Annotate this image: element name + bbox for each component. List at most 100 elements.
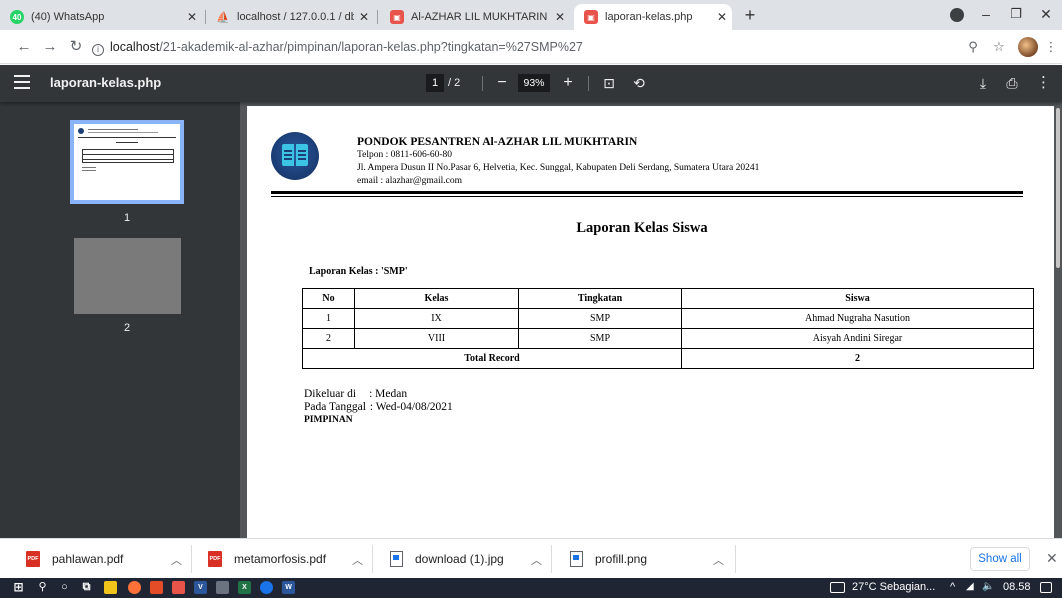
issued-at-label: Dikeluar di	[304, 388, 357, 400]
toolbar-divider	[482, 76, 483, 91]
tab-phpmyadmin[interactable]: ⛵ localhost / 127.0.0.1 / db_akadem ✕	[206, 4, 374, 30]
download-icon[interactable]: ⤓	[974, 71, 992, 95]
site-icon: ▣	[390, 10, 404, 24]
firefox-icon[interactable]	[128, 581, 141, 594]
address-line: Jl. Ampera Dusun II No.Pasar 6, Helvetia…	[357, 163, 760, 173]
tab-label: Al-AZHAR LIL MUKHTARIN	[411, 11, 548, 23]
table-cell: SMP	[518, 328, 682, 349]
header-rule	[271, 191, 1023, 194]
search-icon[interactable]: ⚲	[36, 581, 49, 594]
weather-icon[interactable]	[830, 582, 845, 593]
zoom-in-icon[interactable]: +	[560, 71, 576, 95]
show-all-button[interactable]: Show all	[970, 547, 1030, 571]
email-line: email : alazhar@gmail.com	[357, 176, 463, 186]
table-row: 2 VIII SMP Aisyah Andini Siregar	[302, 328, 1034, 349]
excel-icon[interactable]: X	[238, 581, 251, 594]
url-host: localhost	[110, 40, 160, 54]
toolbar-divider	[588, 76, 589, 91]
column-header: Siswa	[681, 288, 1034, 309]
column-header: Tingkatan	[518, 288, 682, 309]
tab-whatsapp[interactable]: 40 (40) WhatsApp ✕	[0, 4, 202, 30]
download-bar: PDF pahlawan.pdf ︿ PDF metamorfosis.pdf …	[0, 538, 1062, 578]
window-close-icon[interactable]: ✕	[1028, 0, 1062, 30]
bookmark-star-icon[interactable]: ☆	[990, 38, 1008, 56]
date-value: : Wed-04/08/2021	[369, 401, 453, 413]
download-item[interactable]: PDF pahlawan.pdf	[26, 539, 123, 579]
network-icon[interactable]: ◢	[966, 581, 974, 592]
report-title: Laporan Kelas Siswa	[576, 220, 708, 236]
more-actions-icon[interactable]: ⋮	[1036, 71, 1051, 95]
chevron-up-icon[interactable]: ︿	[171, 552, 182, 568]
table-total-row: Total Record 2	[302, 348, 1034, 369]
table-cell: SMP	[518, 308, 682, 329]
browser-menu-icon[interactable]: ⋮	[1042, 38, 1060, 56]
pdf-file-icon: PDF	[26, 551, 40, 567]
table-header-row: No Kelas Tingkatan Siswa	[302, 288, 1034, 309]
table-cell: IX	[354, 308, 519, 329]
image-file-icon	[390, 551, 403, 567]
issued-at-line: Dikeluar di: Medan	[304, 388, 407, 400]
url-input[interactable]: i localhost/21-akademik-al-azhar/pimpinan…	[92, 34, 1012, 60]
table-cell: Ahmad Nugraha Nasution	[681, 308, 1034, 329]
chevron-up-icon[interactable]: ︿	[352, 552, 363, 568]
header-rule-thin	[271, 196, 1023, 197]
volume-icon[interactable]: 🔈	[982, 581, 994, 592]
pdf-page: PONDOK PESANTREN Al-AZHAR LIL MUKHTARIN …	[247, 106, 1058, 538]
weather-text[interactable]: 27°C Sebagian...	[852, 581, 935, 593]
zoom-icon[interactable]: ⚲	[964, 38, 982, 56]
tab-al-azhar[interactable]: ▣ Al-AZHAR LIL MUKHTARIN ✕	[380, 4, 570, 30]
task-view-icon[interactable]: ⧉	[80, 581, 93, 594]
rotate-icon[interactable]: ⟲	[630, 71, 648, 95]
profile-menu-icon[interactable]	[950, 8, 964, 22]
chevron-up-icon[interactable]: ︿	[713, 552, 724, 568]
site-info-icon[interactable]: i	[92, 44, 104, 56]
fit-page-icon[interactable]: ⊡	[600, 71, 618, 95]
word-icon[interactable]: W	[282, 581, 295, 594]
close-icon[interactable]: ✕	[354, 10, 374, 24]
cortana-icon[interactable]: ○	[58, 581, 71, 594]
windows-start-icon[interactable]: ⊞	[12, 581, 25, 594]
close-icon[interactable]: ✕	[182, 10, 202, 24]
menu-icon[interactable]	[14, 75, 30, 91]
chevron-up-icon[interactable]: ︿	[531, 552, 542, 568]
download-item[interactable]: download (1).jpg	[390, 539, 504, 579]
close-icon[interactable]: ✕	[550, 10, 570, 24]
phone-line: Telpon : 0811-606-60-80	[357, 150, 453, 160]
site-icon: ▣	[584, 10, 598, 24]
pdf-toolbar: laporan-kelas.php 1 / 2 − 93% + ⊡ ⟲ ⤓ ⎙ …	[0, 65, 1062, 102]
notification-icon[interactable]	[1040, 582, 1052, 593]
tab-label: (40) WhatsApp	[31, 11, 105, 23]
download-item[interactable]: profill.png	[570, 539, 647, 579]
page-thumbnail-2[interactable]	[74, 238, 181, 314]
avatar[interactable]	[1018, 37, 1038, 57]
tab-label: localhost / 127.0.0.1 / db_akadem	[237, 11, 354, 23]
page-thumbnail-1[interactable]	[70, 120, 184, 204]
tray-chevron-icon[interactable]: ^	[950, 581, 955, 593]
print-icon[interactable]: ⎙	[1002, 71, 1022, 95]
page-number-input[interactable]: 1	[426, 74, 444, 92]
clock-time[interactable]: 08.58	[1003, 581, 1031, 593]
download-divider	[191, 545, 192, 573]
new-tab-button[interactable]: +	[738, 4, 762, 28]
tab-laporan-kelas[interactable]: ▣ laporan-kelas.php ✕	[574, 4, 732, 30]
forward-icon[interactable]: →	[40, 37, 60, 57]
download-item[interactable]: PDF metamorfosis.pdf	[208, 539, 326, 579]
close-icon[interactable]: ✕	[712, 10, 732, 24]
calculator-icon[interactable]	[216, 581, 229, 594]
file-explorer-icon[interactable]	[104, 581, 117, 594]
download-divider	[551, 545, 552, 573]
thumbnail-label: 2	[123, 322, 131, 334]
back-icon[interactable]: ←	[14, 37, 34, 57]
column-header: Kelas	[354, 288, 519, 309]
scrollbar-thumb[interactable]	[1056, 108, 1060, 268]
table-cell: 2	[302, 328, 355, 349]
zoom-level-input[interactable]: 93%	[518, 74, 550, 92]
close-icon[interactable]: ✕	[1046, 550, 1058, 567]
app-icon[interactable]	[172, 581, 185, 594]
visio-icon[interactable]: V	[194, 581, 207, 594]
zoom-out-icon[interactable]: −	[494, 71, 510, 95]
chrome-icon[interactable]	[260, 581, 273, 594]
reload-icon[interactable]: ↻	[66, 37, 86, 57]
app-icon[interactable]	[150, 581, 163, 594]
image-file-icon	[570, 551, 583, 567]
